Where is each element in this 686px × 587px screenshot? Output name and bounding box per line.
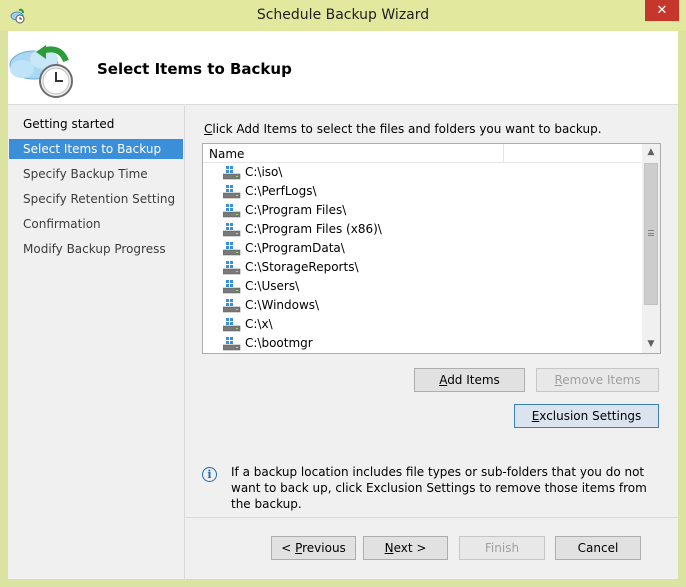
cancel-button[interactable]: Cancel — [555, 536, 641, 560]
list-item-label: C:\PerfLogs\ — [245, 184, 317, 198]
list-item-label: C:\Users\ — [245, 279, 300, 293]
add-items-accel: A — [439, 373, 448, 387]
previous-label: revious — [302, 541, 346, 555]
list-item[interactable]: C:\bootmgr — [223, 334, 313, 353]
nav-step-confirmation[interactable]: Confirmation — [9, 214, 183, 234]
vertical-scrollbar[interactable]: ▲ ▼ — [642, 144, 660, 353]
backup-items-list[interactable]: Name C:\iso\ C:\PerfLogs\ C:\Program Files… — [202, 143, 661, 354]
previous-button[interactable]: < Previous — [271, 536, 356, 560]
remove-items-label: emove Items — [562, 373, 641, 387]
add-items-button[interactable]: Add Items — [414, 368, 525, 392]
nav-step-getting-started[interactable]: Getting started — [9, 114, 183, 134]
list-item-label: C:\bootmgr — [245, 336, 313, 350]
nav-divider — [184, 106, 185, 579]
wizard-header: Select Items to Backup — [8, 31, 678, 105]
list-item[interactable]: C:\iso\ — [223, 163, 282, 182]
finish-button[interactable]: Finish — [459, 536, 545, 560]
drive-icon — [223, 299, 241, 313]
list-item-label: C:\Program Files\ — [245, 203, 347, 217]
nav-step-backup-time[interactable]: Specify Backup Time — [9, 164, 183, 184]
nav-step-select-items[interactable]: Select Items to Backup — [9, 139, 183, 159]
exclusion-label: xclusion Settings — [539, 409, 642, 423]
info-icon: i — [202, 467, 217, 482]
close-button[interactable]: ✕ — [645, 0, 679, 21]
list-item[interactable]: C:\Users\ — [223, 277, 299, 296]
window-title: Schedule Backup Wizard — [256, 7, 430, 23]
drive-icon — [223, 204, 241, 218]
title-bar[interactable]: Schedule Backup Wizard ✕ — [0, 0, 686, 31]
drive-icon — [223, 261, 241, 275]
scroll-thumb[interactable] — [644, 163, 658, 305]
drive-icon — [223, 337, 241, 351]
drive-icon — [223, 166, 241, 180]
instruction-text: Click Add Items to select the files and … — [204, 122, 602, 136]
drive-icon — [223, 318, 241, 332]
list-item-label: C:\Windows\ — [245, 298, 320, 312]
scroll-down-arrow-icon[interactable]: ▼ — [642, 336, 660, 353]
instruction-rest: lick Add Items to select the files and f… — [212, 122, 602, 136]
next-accel: N — [384, 541, 394, 555]
list-item[interactable]: C:\Program Files\ — [223, 201, 346, 220]
exclusion-settings-button[interactable]: Exclusion Settings — [514, 404, 659, 428]
drive-icon — [223, 185, 241, 199]
wizard-step-nav: Getting started Select Items to Backup S… — [8, 106, 186, 579]
info-message: If a backup location includes file types… — [231, 465, 647, 511]
footer-divider — [185, 517, 678, 518]
drive-icon — [223, 280, 241, 294]
previous-prefix: < — [281, 541, 296, 555]
wizard-window: Schedule Backup Wizard ✕ Select Items to… — [0, 0, 686, 587]
list-item[interactable]: C:\PerfLogs\ — [223, 182, 317, 201]
list-item[interactable]: C:\Program Files (x86)\ — [223, 220, 382, 239]
nav-step-retention[interactable]: Specify Retention Setting — [9, 189, 183, 209]
add-items-label: dd Items — [447, 373, 500, 387]
list-item-label: C:\Program Files (x86)\ — [245, 222, 382, 236]
next-button[interactable]: Next > — [363, 536, 448, 560]
list-item[interactable]: C:\ProgramData\ — [223, 239, 345, 258]
next-label: ext > — [393, 541, 427, 555]
wizard-client-area: Select Items to Backup Getting started S… — [8, 31, 678, 579]
nav-step-progress[interactable]: Modify Backup Progress — [9, 239, 183, 259]
list-item-label: C:\x\ — [245, 317, 273, 331]
drive-icon — [223, 242, 241, 256]
grip-icon — [648, 230, 654, 236]
scroll-up-arrow-icon[interactable]: ▲ — [642, 144, 660, 161]
list-header: Name — [203, 144, 641, 163]
column-separator — [503, 144, 504, 163]
name-column-header[interactable]: Name — [209, 147, 244, 161]
list-item-label: C:\StorageReports\ — [245, 260, 359, 274]
list-item[interactable]: C:\StorageReports\ — [223, 258, 359, 277]
page-title: Select Items to Backup — [97, 60, 292, 78]
list-item-label: C:\iso\ — [245, 165, 283, 179]
remove-items-button[interactable]: Remove Items — [536, 368, 659, 392]
backup-clock-icon — [9, 45, 73, 98]
list-item[interactable]: C:\x\ — [223, 315, 273, 334]
list-item-label: C:\ProgramData\ — [245, 241, 345, 255]
drive-icon — [223, 223, 241, 237]
list-item[interactable]: C:\Windows\ — [223, 296, 319, 315]
